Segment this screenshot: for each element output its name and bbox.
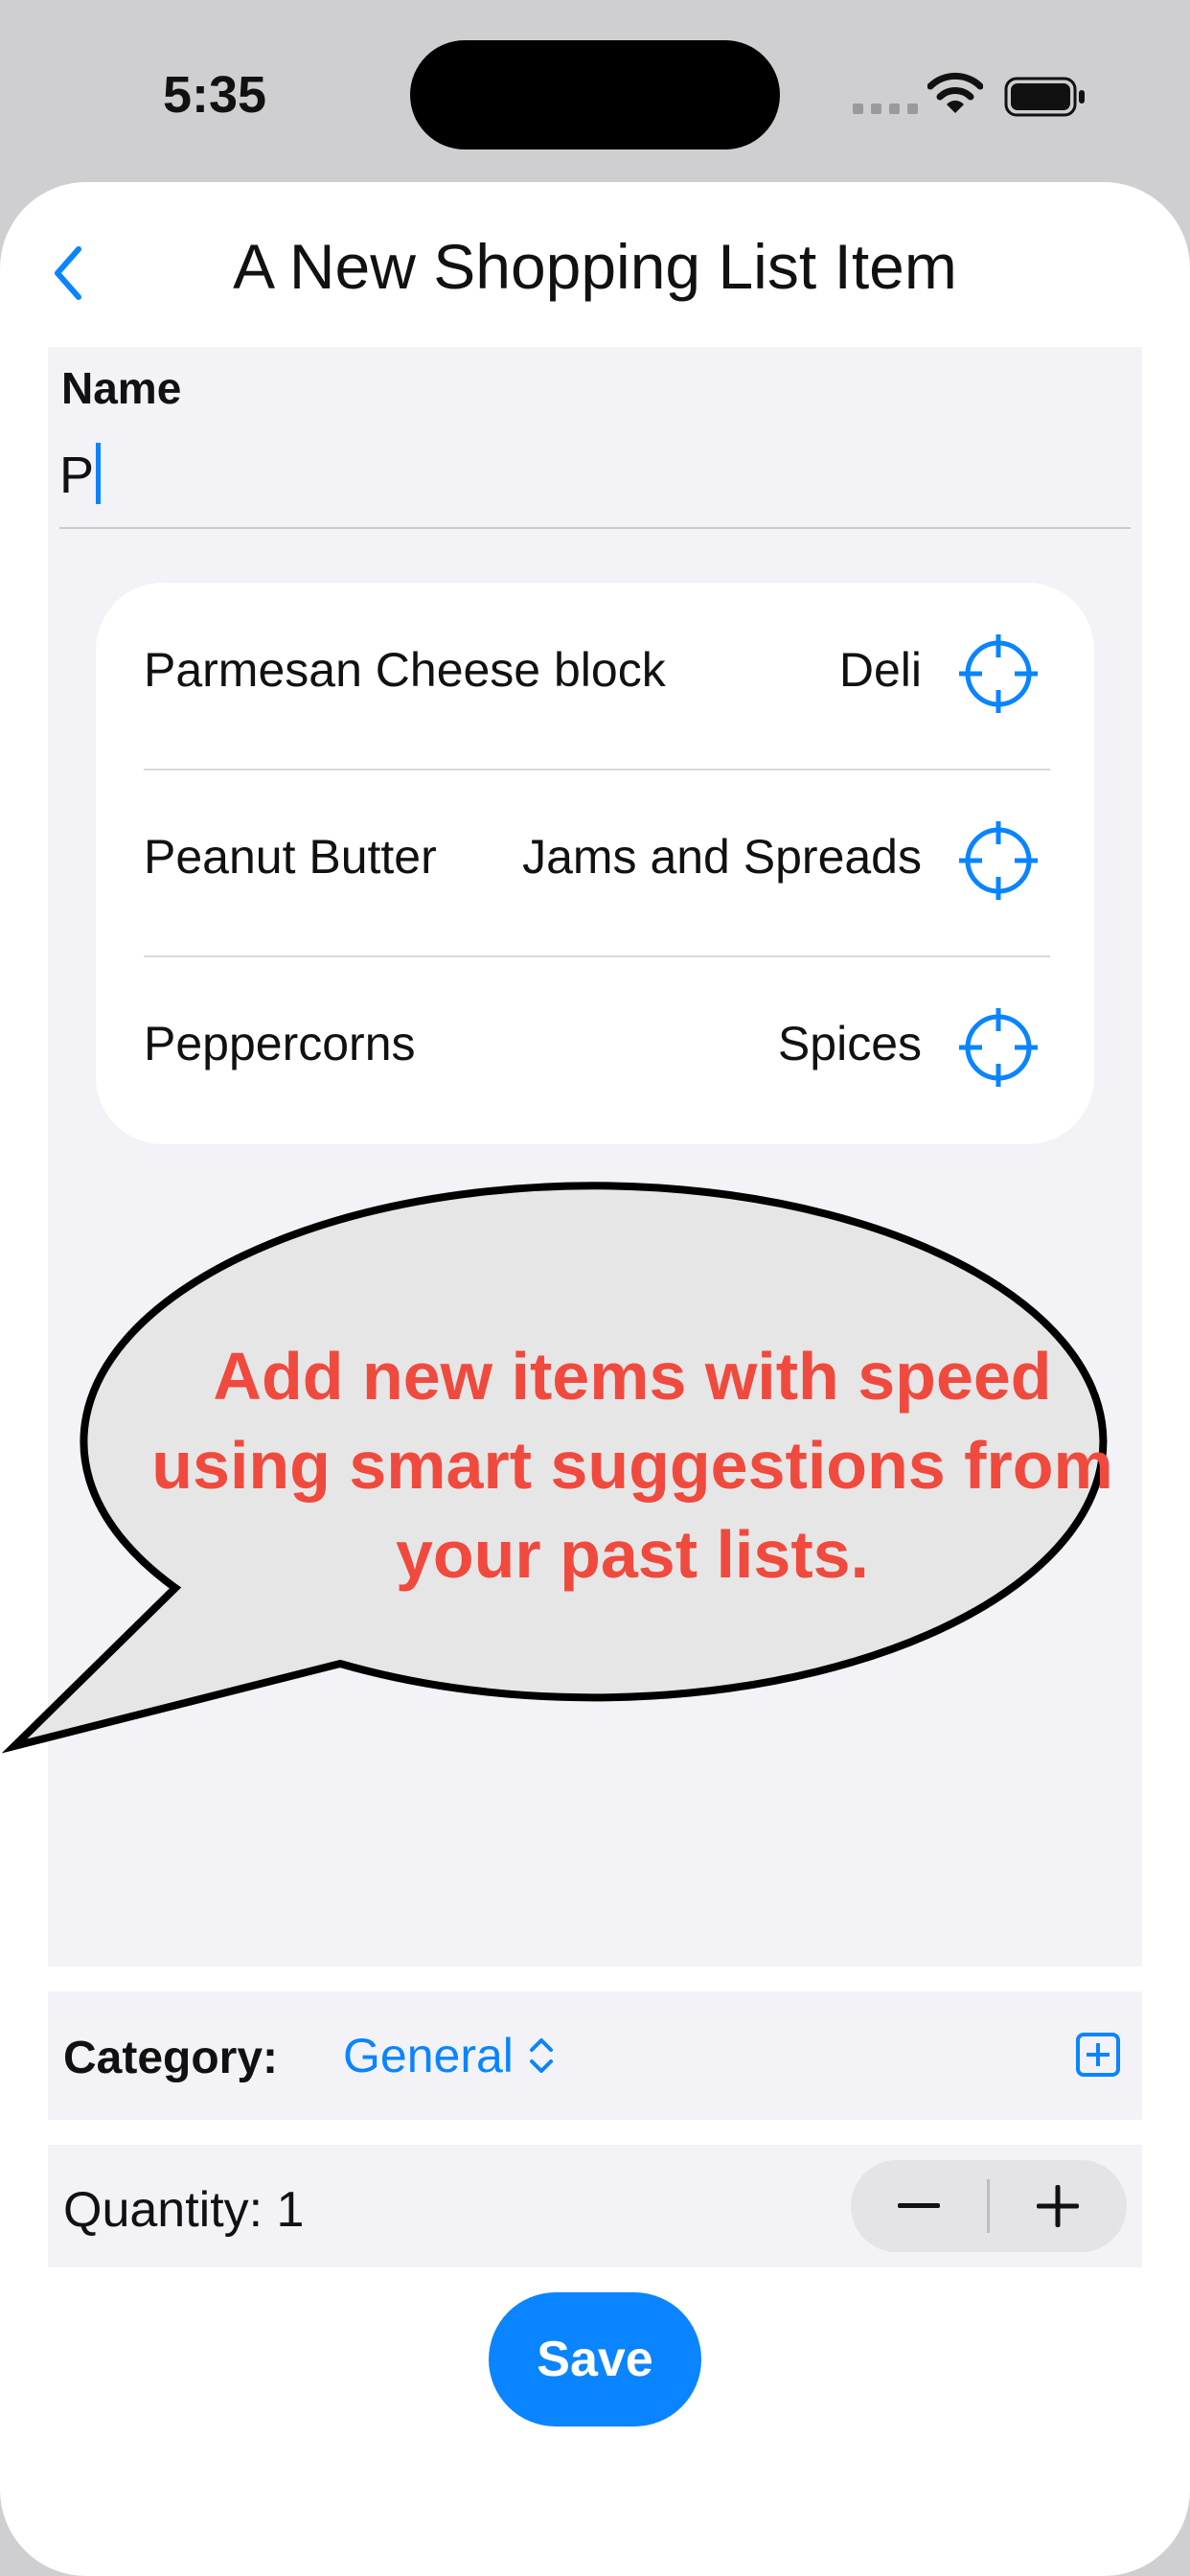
callout-text: Add new items with speed using smart sug… xyxy=(151,1339,1113,1592)
cellular-signal-icon xyxy=(853,104,918,114)
suggestion-category: Spices xyxy=(777,1017,922,1070)
suggestion-list: Parmesan Cheese block Deli Peanut Butter… xyxy=(96,583,1094,1144)
dynamic-island xyxy=(410,40,780,150)
plus-square-icon[interactable] xyxy=(1075,2032,1121,2078)
name-input-value: P xyxy=(59,447,95,504)
increment-button[interactable] xyxy=(990,2160,1126,2252)
text-caret xyxy=(96,443,102,504)
decrement-button[interactable] xyxy=(851,2160,987,2252)
name-underline xyxy=(59,527,1131,529)
suggestion-name: Peanut Butter xyxy=(144,830,437,884)
suggestion-name: Peppercorns xyxy=(144,1017,416,1070)
category-picker[interactable]: General xyxy=(343,2028,556,2083)
category-label: Category: xyxy=(63,2033,279,2083)
suggestion-item[interactable]: Parmesan Cheese block Deli xyxy=(96,583,1094,770)
name-label: Name xyxy=(61,363,182,413)
suggestion-item[interactable]: Peanut Butter Jams and Spreads xyxy=(96,770,1094,956)
status-time: 5:35 xyxy=(163,66,267,124)
name-input[interactable]: P xyxy=(59,443,102,505)
status-bar: 5:35 xyxy=(0,0,1190,182)
page-title: A New Shopping List Item xyxy=(233,231,957,302)
quantity-label: Quantity: 1 xyxy=(63,2182,305,2238)
category-value: General xyxy=(343,2029,514,2082)
chevron-up-down-icon xyxy=(529,2038,553,2073)
suggestion-item[interactable]: Peppercorns Spices xyxy=(96,956,1094,1143)
crosshair-icon[interactable] xyxy=(955,631,1041,717)
minus-icon xyxy=(898,2203,940,2208)
plus-icon xyxy=(1037,2185,1079,2227)
suggestion-category: Jams and Spreads xyxy=(522,830,922,884)
crosshair-icon[interactable] xyxy=(955,817,1041,904)
suggestion-category: Deli xyxy=(838,643,922,697)
battery-icon xyxy=(1004,77,1085,117)
crosshair-icon[interactable] xyxy=(955,1004,1041,1091)
save-button[interactable]: Save xyxy=(489,2292,701,2426)
quantity-stepper xyxy=(851,2160,1127,2252)
wifi-icon xyxy=(927,72,983,113)
suggestion-name: Parmesan Cheese block xyxy=(144,643,666,697)
